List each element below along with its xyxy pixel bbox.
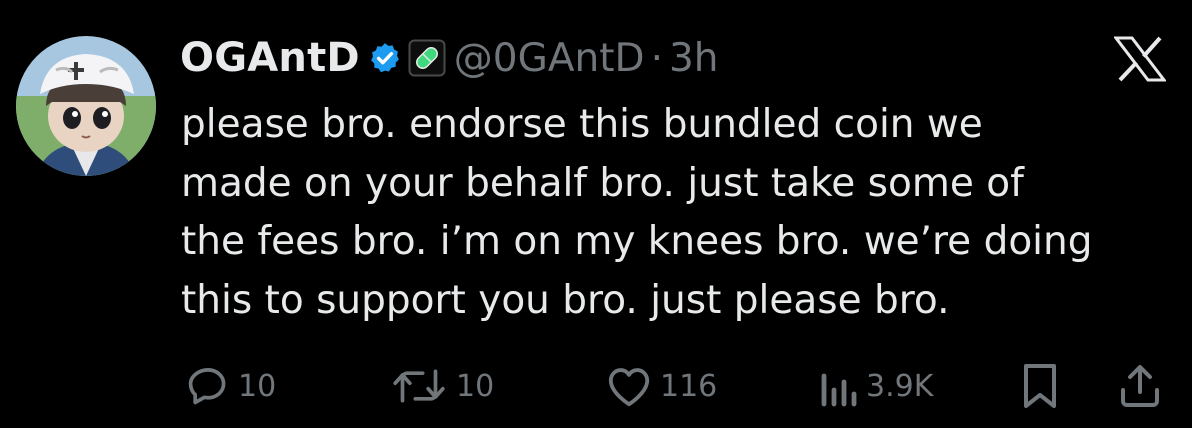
reply-button[interactable]: 10 — [186, 360, 276, 412]
verified-badge-icon — [370, 43, 399, 73]
x-logo-icon — [1114, 36, 1166, 82]
repost-button[interactable]: 10 — [390, 360, 494, 412]
like-count: 116 — [660, 368, 718, 404]
separator-dot: · — [650, 35, 663, 81]
share-button[interactable] — [1118, 360, 1162, 412]
tweet-text-line: made on your behalf bro. just take some … — [181, 160, 1024, 206]
tweet-header: OGAntD @0GAntD · 3h — [180, 30, 719, 86]
post-time[interactable]: 3h — [669, 36, 719, 81]
avatar[interactable] — [16, 36, 156, 176]
tweet-text-line: this to support you bro. just please bro… — [181, 277, 950, 323]
tweet-text-line: the fees bro. i’m on my knees bro. we’re… — [181, 219, 1093, 264]
repost-icon — [393, 369, 445, 403]
repost-count: 10 — [456, 368, 495, 404]
user-handle[interactable]: @0GAntD — [454, 36, 645, 81]
green-pill-icon — [408, 39, 446, 77]
display-name[interactable]: OGAntD — [180, 35, 360, 81]
views-icon — [821, 373, 857, 407]
bookmark-icon — [1024, 364, 1056, 408]
views-button[interactable]: 3.9K — [818, 360, 933, 412]
share-icon — [1121, 365, 1159, 407]
tweet-text: please bro. endorse this bundled coin we… — [181, 96, 1171, 330]
like-icon — [608, 368, 650, 407]
views-count: 3.9K — [866, 368, 934, 404]
tweet-text-line: please bro. endorse this bundled coin we — [181, 102, 983, 147]
reply-icon — [188, 368, 226, 405]
reply-count: 10 — [238, 368, 277, 404]
bookmark-button[interactable] — [1020, 360, 1060, 412]
like-button[interactable]: 116 — [606, 360, 717, 412]
